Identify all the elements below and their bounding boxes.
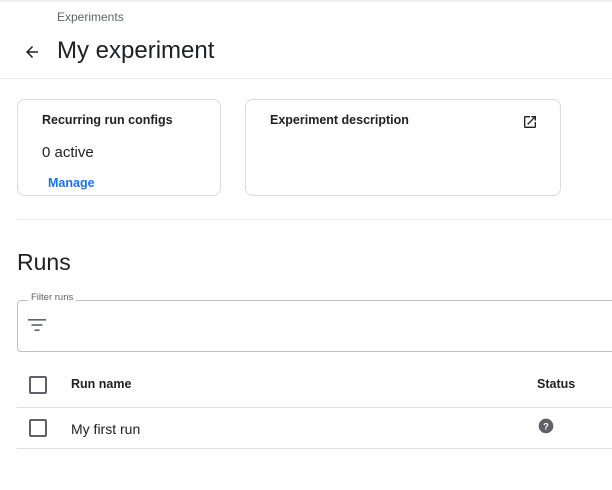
row-checkbox[interactable] bbox=[29, 419, 47, 437]
column-header-run-name[interactable]: Run name bbox=[71, 377, 131, 391]
runs-section-title: Runs bbox=[17, 249, 71, 275]
filter-runs-label: Filter runs bbox=[28, 292, 77, 303]
filter-runs-input[interactable] bbox=[58, 312, 598, 340]
column-header-status[interactable]: Status bbox=[537, 377, 575, 391]
svg-text:?: ? bbox=[543, 421, 549, 431]
filter-list-icon[interactable] bbox=[28, 318, 46, 332]
card-title: Recurring run configs bbox=[42, 113, 173, 127]
header-divider bbox=[0, 78, 612, 79]
topbar-shadow bbox=[0, 0, 612, 3]
run-name-link[interactable]: My first run bbox=[71, 421, 140, 437]
back-button[interactable] bbox=[18, 38, 46, 66]
page-title: My experiment bbox=[57, 37, 215, 64]
breadcrumb[interactable]: Experiments bbox=[57, 10, 124, 24]
help-circle-icon: ? bbox=[538, 418, 554, 434]
row-divider bbox=[17, 407, 612, 408]
recurring-run-configs-card: Recurring run configs 0 active Manage bbox=[17, 99, 221, 196]
manage-link[interactable]: Manage bbox=[48, 176, 95, 190]
section-divider bbox=[17, 219, 612, 220]
row-divider bbox=[17, 448, 612, 449]
select-all-checkbox[interactable] bbox=[29, 376, 47, 394]
active-count: 0 active bbox=[42, 144, 94, 161]
arrow-back-icon bbox=[26, 46, 38, 58]
card-title: Experiment description bbox=[270, 113, 409, 127]
experiment-description-card: Experiment description bbox=[245, 99, 561, 196]
open-in-new-icon[interactable] bbox=[522, 114, 538, 130]
